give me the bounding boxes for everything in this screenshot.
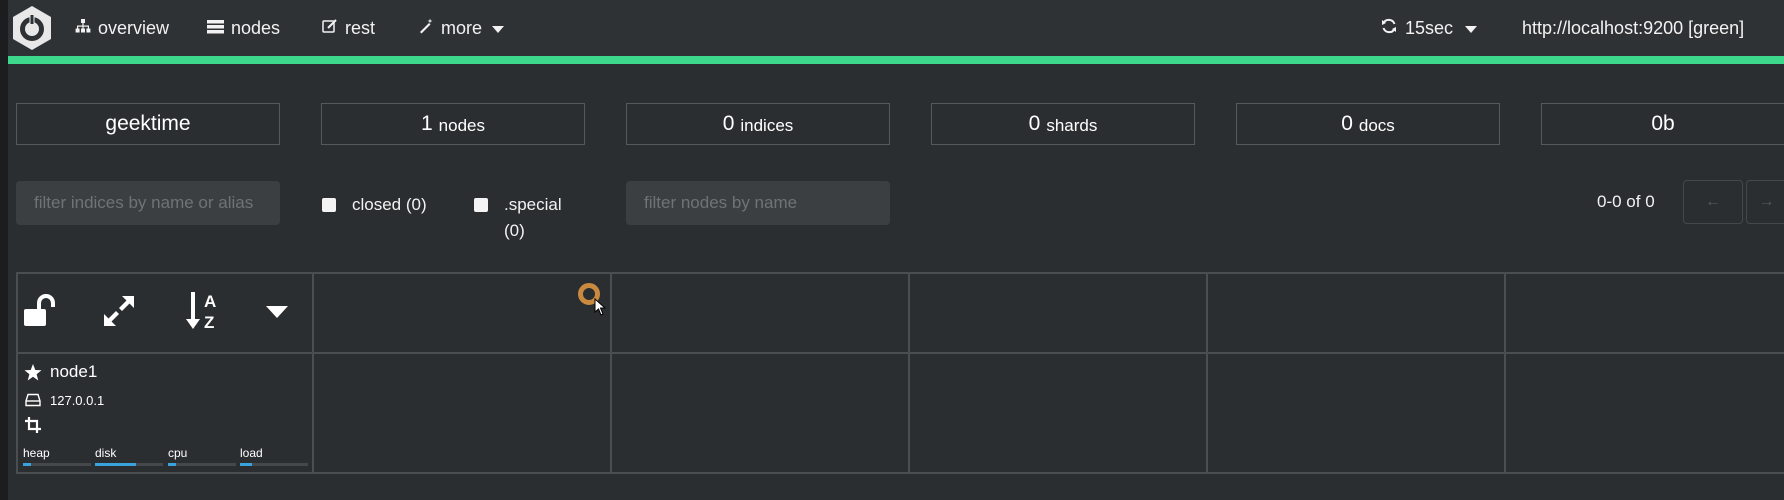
cpu-bar-fill [168, 463, 177, 466]
expand-icon[interactable] [102, 294, 136, 333]
hdd-icon [25, 393, 41, 412]
special-indices-text: .special (0) [504, 192, 562, 244]
cluster-name-box: geektime [16, 103, 280, 145]
grid-line [1206, 272, 1208, 474]
grid-line [610, 272, 612, 474]
nav-overview[interactable]: overview [75, 16, 169, 40]
master-star-icon [24, 364, 42, 386]
checkbox-box[interactable] [322, 198, 336, 212]
nav-rest[interactable]: rest [322, 16, 375, 40]
nodes-label: nodes [438, 115, 485, 135]
disk-label: disk [95, 446, 117, 460]
shards-count: 0 [1028, 112, 1041, 135]
indices-count: 0 [722, 112, 735, 135]
sort-alpha-icon[interactable]: A Z [185, 290, 221, 337]
chevron-down-icon [492, 18, 511, 39]
grid-line [16, 272, 1784, 274]
nav-overview-label: overview [98, 17, 170, 38]
shards-count-box: 0 shards [931, 103, 1195, 145]
heap-metric: heap [23, 446, 91, 466]
filter-nodes-input[interactable] [626, 181, 890, 225]
prev-page-button[interactable]: ← [1683, 180, 1743, 224]
indices-label: indices [740, 115, 794, 135]
svg-text:A: A [204, 292, 216, 311]
magic-wand-icon [418, 18, 441, 39]
grid-line [16, 352, 1784, 354]
refresh-icon [1381, 18, 1397, 39]
size-box: 0b [1541, 103, 1784, 145]
sitemap-icon [75, 18, 98, 39]
unlock-icon[interactable] [22, 294, 58, 333]
special-indices-count: (0) [504, 221, 525, 240]
nav-rest-label: rest [345, 17, 376, 38]
refresh-interval-dropdown[interactable]: 15sec [1381, 16, 1478, 40]
load-bar [240, 463, 308, 466]
chevron-down-icon[interactable] [266, 306, 288, 324]
nav-nodes[interactable]: nodes [207, 16, 280, 40]
indices-count-box: 0 indices [626, 103, 890, 145]
grid-line [16, 272, 18, 474]
chevron-down-icon [1465, 18, 1478, 39]
load-label: load [240, 446, 263, 460]
svg-text:Z: Z [204, 313, 214, 332]
grid-line [16, 472, 1784, 474]
closed-indices-checkbox[interactable]: closed (0) [322, 195, 427, 215]
disk-bar-fill [95, 463, 136, 466]
cerebro-logo-icon[interactable] [8, 4, 56, 52]
nodes-count-box: 1 nodes [321, 103, 585, 145]
nav-more-label: more [441, 17, 483, 38]
closed-indices-label: closed (0) [352, 195, 427, 214]
nav-nodes-label: nodes [231, 17, 281, 38]
load-bar-fill [240, 463, 253, 466]
nav-more-dropdown[interactable]: more [418, 16, 511, 40]
docs-label: docs [1358, 115, 1395, 135]
cluster-health-bar [8, 56, 1784, 64]
crop-icon [25, 417, 41, 438]
cpu-bar [168, 463, 236, 466]
cpu-label: cpu [168, 446, 188, 460]
cluster-url-link[interactable]: http://localhost:9200 [green] [1522, 16, 1744, 40]
node-ip: 127.0.0.1 [50, 393, 105, 408]
nodes-count: 1 [420, 112, 433, 135]
grid-line [908, 272, 910, 474]
window-edge [0, 0, 8, 500]
grid-line [312, 272, 314, 474]
docs-count: 0 [1341, 112, 1353, 135]
filter-indices-input[interactable] [16, 181, 280, 225]
cpu-metric: cpu [168, 446, 236, 466]
load-metric: load [240, 446, 308, 466]
server-icon [207, 18, 231, 39]
cluster-name: geektime [105, 112, 191, 135]
heap-bar [23, 463, 91, 466]
disk-metric: disk [95, 446, 163, 466]
pagination-info: 0-0 of 0 [1597, 192, 1655, 211]
node-name[interactable]: node1 [50, 362, 97, 382]
disk-bar [95, 463, 163, 466]
shards-label: shards [1046, 115, 1098, 135]
edit-icon [322, 18, 345, 39]
size-value: 0b [1651, 112, 1675, 135]
heap-bar-fill [23, 463, 32, 466]
grid-line [1504, 272, 1506, 474]
special-indices-label: .special [504, 195, 562, 214]
next-page-button[interactable]: → [1746, 180, 1784, 224]
docs-count-box: 0 docs [1236, 103, 1500, 145]
refresh-interval-value: 15sec [1405, 17, 1454, 38]
heap-label: heap [23, 446, 50, 460]
special-indices-checkbox[interactable]: .special (0) [474, 195, 562, 244]
checkbox-box[interactable] [474, 198, 488, 212]
mouse-cursor-icon [594, 297, 607, 321]
